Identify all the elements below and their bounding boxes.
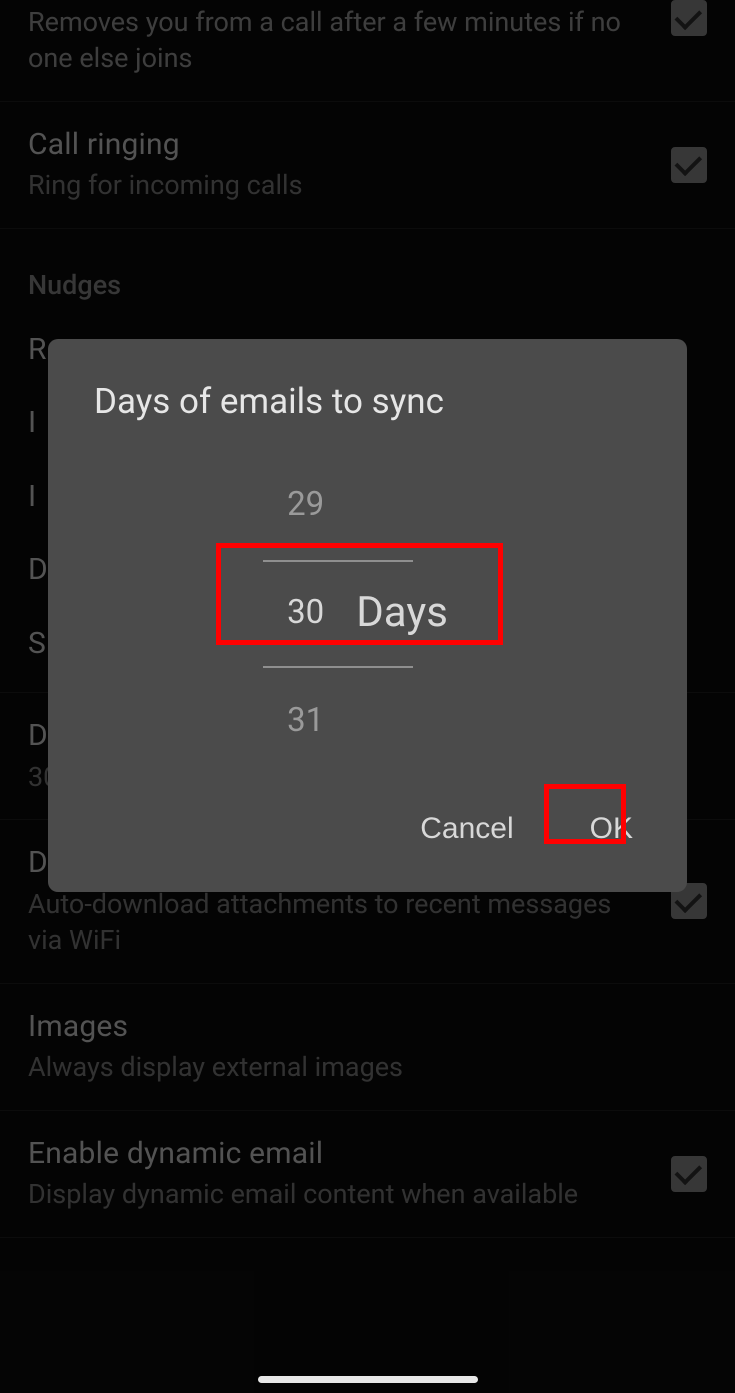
- picker-unit-label: Days: [356, 588, 448, 637]
- number-picker[interactable]: 29 30 31 Days: [48, 442, 687, 782]
- dialog-title: Days of emails to sync: [48, 339, 687, 442]
- cancel-button[interactable]: Cancel: [412, 806, 521, 852]
- picker-value-prev[interactable]: 29: [287, 484, 324, 524]
- picker-value-next[interactable]: 31: [287, 700, 324, 740]
- ok-button[interactable]: OK: [582, 806, 641, 852]
- home-indicator[interactable]: [258, 1376, 478, 1383]
- dialog-actions: Cancel OK: [48, 782, 687, 882]
- picker-value-selected[interactable]: 30: [287, 592, 324, 632]
- picker-column[interactable]: 29 30 31: [287, 484, 324, 740]
- dialog-days-to-sync: Days of emails to sync 29 30 31 Days Can…: [48, 339, 687, 892]
